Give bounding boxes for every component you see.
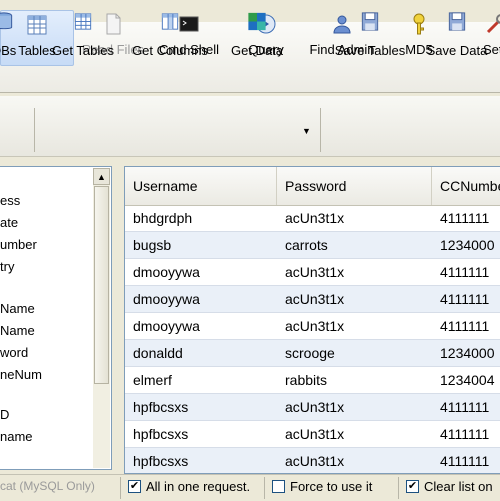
cell-password: acUn3t1x — [285, 453, 345, 469]
mode-status: cat (MySQL Only) — [0, 479, 95, 493]
get-data-button[interactable]: Get Data — [226, 10, 288, 58]
table-row[interactable]: donaldd scrooge 1234000 — [125, 340, 500, 367]
all-in-one-checkbox[interactable]: ✔ All in one request. — [128, 479, 250, 494]
grid-header: Username Password CCNumbe — [125, 167, 500, 206]
table-row[interactable]: hpfbcsxs acUn3t1x 4111111 — [125, 394, 500, 421]
cell-ccnumber: 4111111 — [440, 453, 490, 469]
dbs-label: DBs — [0, 43, 17, 58]
checkbox-checked-icon: ✔ — [406, 480, 419, 493]
table-row[interactable]: dmooyywa acUn3t1x 4111111 — [125, 313, 500, 340]
data-grid-icon — [248, 12, 266, 31]
cell-ccnumber: 4111111 — [440, 264, 490, 280]
cell-username: dmooyywa — [133, 291, 200, 307]
toolbar-separator — [320, 108, 321, 152]
status-bar: cat (MySQL Only) ✔ All in one request. F… — [0, 474, 500, 501]
list-item[interactable]: neNum — [0, 367, 42, 382]
cell-password: rabbits — [285, 372, 328, 388]
table-row[interactable]: dmooyywa acUn3t1x 4111111 — [125, 259, 500, 286]
cell-ccnumber: 1234000 — [440, 237, 495, 253]
column-header-password[interactable]: Password — [277, 167, 432, 205]
cell-ccnumber: 4111111 — [440, 399, 490, 415]
get-data-label: Get Data — [230, 43, 284, 58]
cell-password: acUn3t1x — [285, 318, 345, 334]
columns-icon — [161, 13, 179, 30]
save-disk-icon — [361, 12, 379, 31]
cell-username: donaldd — [133, 345, 183, 361]
cell-username: dmooyywa — [133, 264, 200, 280]
get-data-dropdown-arrow-icon[interactable]: ▼ — [302, 126, 311, 136]
cell-password: acUn3t1x — [285, 210, 345, 226]
list-item[interactable]: D — [0, 407, 9, 422]
cell-ccnumber: 4111111 — [440, 426, 490, 442]
get-tables-icon — [74, 13, 92, 30]
data-toolbar — [0, 96, 500, 157]
toolbar-separator — [34, 108, 35, 152]
cell-username: hpfbcsxs — [133, 426, 189, 442]
list-item[interactable]: Name — [0, 301, 35, 316]
save-data-button[interactable]: Save Data — [422, 10, 492, 58]
cell-password: scrooge — [285, 345, 335, 361]
status-separator — [264, 477, 265, 499]
cell-password: acUn3t1x — [285, 426, 345, 442]
list-item[interactable]: ate — [0, 215, 18, 230]
cell-password: carrots — [285, 237, 328, 253]
cell-ccnumber: 1234004 — [440, 372, 495, 388]
save-tables-button[interactable]: Save Tables — [330, 10, 410, 58]
cell-username: hpfbcsxs — [133, 453, 189, 469]
clear-list-checkbox[interactable]: ✔ Clear list on — [406, 479, 493, 494]
cell-username: bhdgrdph — [133, 210, 193, 226]
dbs-button[interactable]: DBs — [0, 10, 24, 58]
cell-ccnumber: 4111111 — [440, 210, 490, 226]
save-tables-label: Save Tables — [334, 43, 406, 58]
table-row[interactable]: dmooyywa acUn3t1x 4111111 — [125, 286, 500, 313]
table-row[interactable]: bhdgrdph acUn3t1x 4111111 — [125, 205, 500, 232]
list-item[interactable]: word — [0, 345, 28, 360]
list-scrollbar[interactable]: ▲ — [93, 168, 110, 468]
list-item[interactable]: Name — [0, 323, 35, 338]
get-tables-label: Get Tables — [52, 43, 114, 58]
scroll-thumb[interactable] — [94, 186, 109, 384]
checkbox-empty-icon — [272, 480, 285, 493]
list-item[interactable]: name — [0, 429, 33, 444]
column-header-ccnumber[interactable]: CCNumbe — [432, 167, 500, 205]
table-row[interactable]: bugsb carrots 1234000 — [125, 232, 500, 259]
cell-ccnumber: 4111111 — [440, 291, 490, 307]
get-columns-label: Get Columns — [132, 43, 208, 58]
list-item[interactable]: umber — [0, 237, 37, 252]
cell-username: dmooyywa — [133, 318, 200, 334]
cell-ccnumber: 4111111 — [440, 318, 490, 334]
table-icon — [27, 15, 47, 35]
cell-username: bugsb — [133, 237, 172, 253]
table-row[interactable]: elmerf rabbits 1234004 — [125, 367, 500, 394]
table-row[interactable]: hpfbcsxs acUn3t1x 4111111 — [125, 448, 500, 473]
data-grid: Username Password CCNumbe bhdgrdph acUn3… — [124, 166, 500, 474]
checkbox-checked-icon: ✔ — [128, 480, 141, 493]
cell-ccnumber: 1234000 — [440, 345, 495, 361]
force-use-checkbox[interactable]: Force to use it — [272, 479, 372, 494]
list-item[interactable]: ess — [0, 193, 20, 208]
database-icon — [0, 12, 13, 30]
list-item[interactable]: try — [0, 259, 14, 274]
clear-list-label: Clear list on — [424, 479, 493, 494]
status-separator — [120, 477, 121, 499]
force-use-label: Force to use it — [290, 479, 373, 494]
cell-password: acUn3t1x — [285, 264, 345, 280]
get-tables-button[interactable]: Get Tables — [48, 10, 118, 58]
scroll-up-icon[interactable]: ▲ — [93, 168, 110, 185]
get-columns-button[interactable]: Get Columns — [128, 10, 212, 58]
all-in-one-label: All in one request. — [146, 479, 251, 494]
save-data-label: Save Data — [426, 43, 488, 58]
column-header-username[interactable]: Username — [125, 167, 277, 205]
cell-username: hpfbcsxs — [133, 399, 189, 415]
table-row[interactable]: hpfbcsxs acUn3t1x 4111111 — [125, 421, 500, 448]
cell-password: acUn3t1x — [285, 399, 345, 415]
cell-password: acUn3t1x — [285, 291, 345, 307]
toolbar-divider — [0, 92, 500, 93]
status-separator — [398, 477, 399, 499]
cell-username: elmerf — [133, 372, 172, 388]
save-disk-icon — [448, 12, 466, 31]
